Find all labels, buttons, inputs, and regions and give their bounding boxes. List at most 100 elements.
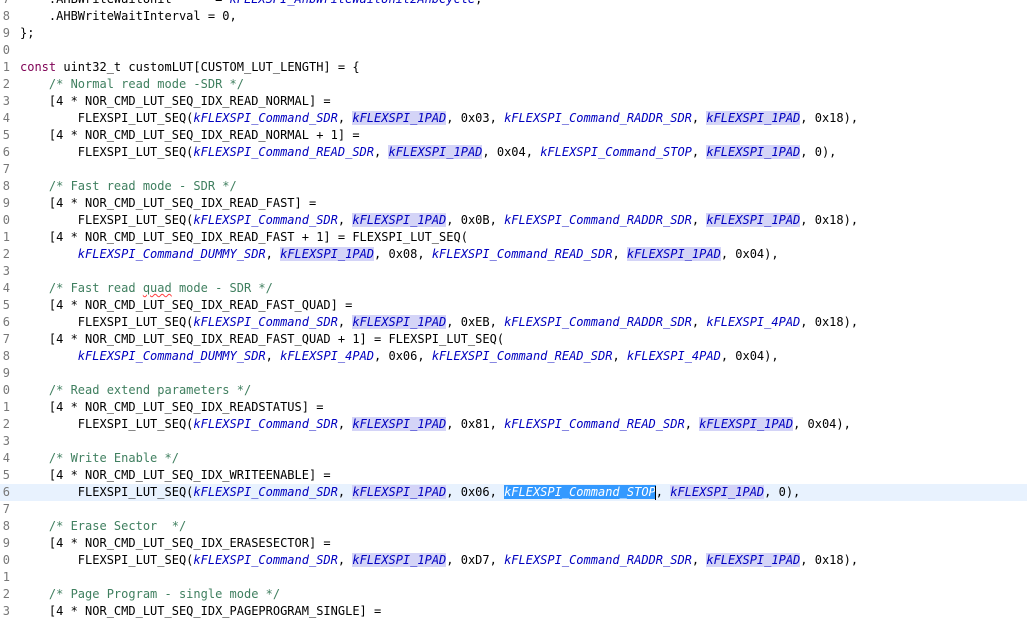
line-number: 2 <box>2 587 10 601</box>
line-number: 9 <box>2 366 10 380</box>
code-line[interactable]: 3 [4 * NOR_CMD_LUT_SEQ_IDX_READ_NORMAL] … <box>0 93 1027 110</box>
code-token: [4 * NOR_CMD_LUT_SEQ_IDX_READ_FAST_QUAD]… <box>20 298 353 312</box>
code-line[interactable]: 1 [4 * NOR_CMD_LUT_SEQ_IDX_READ_FAST + 1… <box>0 229 1027 246</box>
code-comment: /* Read extend parameters */ <box>48 383 252 397</box>
highlighted-token: kFLEXSPI_1PAD <box>699 417 794 431</box>
code-line[interactable]: 1 [4 * NOR_CMD_LUT_SEQ_IDX_READSTATUS] = <box>0 399 1027 416</box>
line-number: 9 <box>2 26 10 40</box>
code-line[interactable]: 5 [4 * NOR_CMD_LUT_SEQ_IDX_READ_FAST_QUA… <box>0 297 1027 314</box>
enum-constant: kFLEXSPI_Command_RADDR_SDR <box>504 315 692 329</box>
code-line[interactable]: 0 <box>0 42 1027 59</box>
enum-constant: kFLEXSPI_Command_RADDR_SDR <box>504 111 692 125</box>
code-comment: /* Fast read mode - SDR */ <box>48 179 237 193</box>
code-text: [4 * NOR_CMD_LUT_SEQ_IDX_READ_FAST_QUAD … <box>20 331 504 348</box>
code-text: }; <box>20 25 34 42</box>
code-line[interactable]: 3 <box>0 433 1027 450</box>
highlighted-token: kFLEXSPI_1PAD <box>706 111 801 125</box>
highlighted-token: kFLEXSPI_1PAD <box>388 145 483 159</box>
code-text: /* Write Enable */ <box>20 450 179 467</box>
code-token: [4 * NOR_CMD_LUT_SEQ_IDX_READSTATUS] = <box>20 400 324 414</box>
code-text: .AHBWriteWaitInterval = 0, <box>20 8 237 25</box>
code-token: , <box>691 145 707 159</box>
highlighted-token: kFLEXSPI_1PAD <box>280 247 375 261</box>
code-line[interactable]: 1 const uint32_t customLUT[CUSTOM_LUT_LEN… <box>0 59 1027 76</box>
code-token: [4 * NOR_CMD_LUT_SEQ_IDX_READ_FAST] = <box>20 196 317 210</box>
code-line[interactable]: 7 <box>0 501 1027 518</box>
code-text: const uint32_t customLUT[CUSTOM_LUT_LENG… <box>20 59 360 76</box>
code-token: , <box>655 485 671 499</box>
code-line[interactable]: 7 .AHBWriteWaitUnit = kFLEXSPI_AhbWriteW… <box>0 0 1027 8</box>
code-line[interactable]: 8 /* Erase Sector */ <box>0 518 1027 535</box>
line-number: 3 <box>2 604 10 618</box>
code-line[interactable]: 7 <box>0 161 1027 178</box>
code-token: , 0), <box>764 485 801 499</box>
line-number: 9 <box>2 196 10 210</box>
code-token: .AHBWriteWaitInterval = 0, <box>20 9 237 23</box>
code-token: [4 * NOR_CMD_LUT_SEQ_IDX_WRITEENABLE] = <box>20 468 331 482</box>
code-token: .AHBWriteWaitUnit = <box>20 0 230 6</box>
code-token: , 0x04, <box>482 145 541 159</box>
code-line[interactable]: 5 [4 * NOR_CMD_LUT_SEQ_IDX_READ_NORMAL +… <box>0 127 1027 144</box>
code-line[interactable]: 2 kFLEXSPI_Command_DUMMY_SDR, kFLEXSPI_1… <box>0 246 1027 263</box>
code-token: , <box>265 247 281 261</box>
code-token: FLEXSPI_LUT_SEQ( <box>20 111 194 125</box>
code-line[interactable]: 9 <box>0 365 1027 382</box>
code-token: , <box>374 145 389 159</box>
code-line[interactable]: 1 <box>0 569 1027 586</box>
code-line[interactable]: 4 FLEXSPI_LUT_SEQ(kFLEXSPI_Command_SDR, … <box>0 110 1027 127</box>
enum-constant: kFLEXSPI_Command_READ_SDR <box>431 247 613 261</box>
code-line-current[interactable]: 6 FLEXSPI_LUT_SEQ(kFLEXSPI_Command_SDR, … <box>0 484 1027 501</box>
code-token: , <box>691 553 707 567</box>
code-editor[interactable]: 7 .AHBWriteWaitUnit = kFLEXSPI_AhbWriteW… <box>0 0 1027 621</box>
enum-constant: kFLEXSPI_Command_SDR <box>193 111 338 125</box>
code-text: /* Fast read quad mode - SDR */ <box>20 280 273 297</box>
code-token: }; <box>20 26 35 40</box>
code-line[interactable]: 2 FLEXSPI_LUT_SEQ(kFLEXSPI_Command_SDR, … <box>0 416 1027 433</box>
code-token: , 0x18), <box>800 315 859 329</box>
highlighted-token: kFLEXSPI_1PAD <box>670 485 765 499</box>
enum-constant: kFLEXSPI_Command_RADDR_SDR <box>504 213 692 227</box>
code-line[interactable]: 9 [4 * NOR_CMD_LUT_SEQ_IDX_ERASESECTOR] … <box>0 535 1027 552</box>
code-line[interactable]: 6 FLEXSPI_LUT_SEQ(kFLEXSPI_Command_READ_… <box>0 144 1027 161</box>
code-token: , 0xEB, <box>446 315 505 329</box>
code-line[interactable]: 4 /* Write Enable */ <box>0 450 1027 467</box>
code-line[interactable]: 2 /* Page Program - single mode */ <box>0 586 1027 603</box>
enum-constant: kFLEXSPI_4PAD <box>706 315 801 329</box>
line-number: 7 <box>0 0 10 8</box>
code-line[interactable]: 8 .AHBWriteWaitInterval = 0, <box>0 8 1027 25</box>
code-line[interactable]: 0 /* Read extend parameters */ <box>0 382 1027 399</box>
code-token: [4 * NOR_CMD_LUT_SEQ_IDX_READ_NORMAL + 1… <box>20 128 360 142</box>
code-text: /* Fast read mode - SDR */ <box>20 178 237 195</box>
enum-constant: kFLEXSPI_Command_DUMMY_SDR <box>77 349 266 363</box>
enum-constant: kFLEXSPI_Command_SDR <box>193 553 338 567</box>
code-line[interactable]: 8 kFLEXSPI_Command_DUMMY_SDR, kFLEXSPI_4… <box>0 348 1027 365</box>
code-area[interactable]: 7 .AHBWriteWaitUnit = kFLEXSPI_AhbWriteW… <box>0 0 1027 620</box>
enum-constant: kFLEXSPI_Command_SDR <box>193 485 338 499</box>
code-line[interactable]: 0 FLEXSPI_LUT_SEQ(kFLEXSPI_Command_SDR, … <box>0 552 1027 569</box>
code-line[interactable]: 3 [4 * NOR_CMD_LUT_SEQ_IDX_PAGEPROGRAM_S… <box>0 603 1027 620</box>
code-line[interactable]: 7 [4 * NOR_CMD_LUT_SEQ_IDX_READ_FAST_QUA… <box>0 331 1027 348</box>
line-number: 3 <box>2 434 10 448</box>
code-line[interactable]: 0 FLEXSPI_LUT_SEQ(kFLEXSPI_Command_SDR, … <box>0 212 1027 229</box>
code-line[interactable]: 3 <box>0 263 1027 280</box>
code-line[interactable]: 4 /* Fast read quad mode - SDR */ <box>0 280 1027 297</box>
code-comment: /* Fast read <box>48 281 143 295</box>
code-comment: /* Normal read mode -SDR */ <box>48 77 244 91</box>
code-line[interactable]: 5 [4 * NOR_CMD_LUT_SEQ_IDX_WRITEENABLE] … <box>0 467 1027 484</box>
code-token: , 0x81, <box>446 417 505 431</box>
code-line[interactable]: 9}; <box>0 25 1027 42</box>
code-token: , 0x06, <box>374 349 432 363</box>
line-number: 2 <box>2 247 10 261</box>
code-line[interactable]: 9 [4 * NOR_CMD_LUT_SEQ_IDX_READ_FAST] = <box>0 195 1027 212</box>
code-token: , <box>337 553 353 567</box>
line-number: 5 <box>2 128 10 142</box>
code-line[interactable]: 6 FLEXSPI_LUT_SEQ(kFLEXSPI_Command_SDR, … <box>0 314 1027 331</box>
code-token: [4 * NOR_CMD_LUT_SEQ_IDX_READ_FAST + 1] … <box>20 230 468 244</box>
line-number: 4 <box>2 281 10 295</box>
code-line[interactable]: 8 /* Fast read mode - SDR */ <box>0 178 1027 195</box>
code-line[interactable]: 2 /* Normal read mode -SDR */ <box>0 76 1027 93</box>
code-keyword: const <box>20 60 57 74</box>
